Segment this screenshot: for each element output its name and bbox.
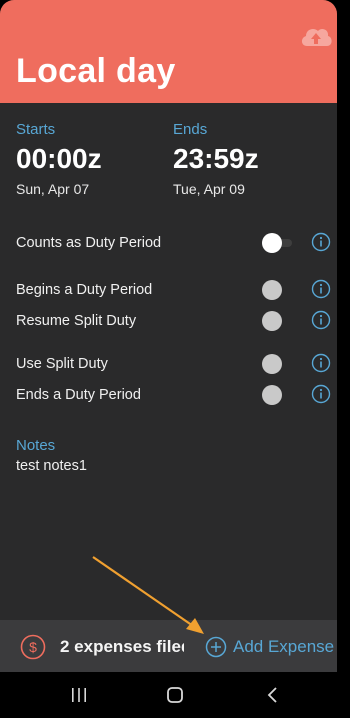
expenses-count[interactable]: 2 expenses filed [60, 637, 184, 657]
begins-duty-period-toggle[interactable] [258, 280, 294, 300]
setting-row-use-split-duty: Use Split Duty [0, 352, 337, 376]
toggle-knob [262, 385, 282, 405]
ends-date: Tue, Apr 09 [173, 181, 245, 197]
toggle-knob [262, 311, 282, 331]
expenses-footer: $ 2 expenses filed Add Expense [0, 620, 337, 672]
setting-row-counts-as-duty-period: Counts as Duty Period [0, 231, 337, 255]
resume-split-duty-toggle[interactable] [258, 311, 294, 331]
info-icon[interactable] [311, 310, 331, 330]
starts-label: Starts [16, 121, 56, 138]
ends-label: Ends [173, 121, 208, 138]
setting-row-resume-split-duty: Resume Split Duty [0, 309, 337, 333]
setting-row-begins-duty-period: Begins a Duty Period [0, 278, 337, 302]
toggle-knob [262, 280, 282, 300]
use-split-duty-toggle[interactable] [258, 354, 294, 374]
dollar-circle-icon: $ [20, 634, 46, 660]
starts-time: 00:00z [16, 143, 102, 174]
setting-label: Use Split Duty [16, 356, 108, 372]
add-expense-button[interactable]: Add Expense [205, 635, 334, 659]
add-expense-label: Add Expense [233, 637, 335, 656]
plus-circle-icon [205, 636, 227, 658]
toggle-knob [262, 233, 282, 253]
info-icon[interactable] [311, 232, 331, 252]
setting-label: Resume Split Duty [16, 313, 137, 329]
setting-label: Counts as Duty Period [16, 235, 162, 251]
ends-time: 23:59z [173, 143, 259, 174]
page-title: Local day [16, 52, 176, 90]
notes-text[interactable]: test notes1 [16, 458, 87, 474]
svg-text:$: $ [29, 639, 37, 655]
ends-duty-period-toggle[interactable] [258, 385, 294, 405]
setting-row-ends-duty-period: Ends a Duty Period [0, 383, 337, 407]
counts-as-duty-period-toggle[interactable] [258, 233, 294, 253]
day-detail-card: Local day Starts 00:00z Sun, Apr 07 Ends… [0, 0, 337, 672]
app-screen: Local day Starts 00:00z Sun, Apr 07 Ends… [0, 0, 350, 718]
recents-icon[interactable] [70, 687, 88, 703]
home-icon[interactable] [166, 686, 184, 704]
back-icon[interactable] [265, 686, 279, 704]
toggle-knob [262, 354, 282, 374]
setting-label: Begins a Duty Period [16, 282, 153, 298]
notes-label: Notes [16, 437, 56, 454]
info-icon[interactable] [311, 353, 331, 373]
header: Local day [0, 0, 337, 103]
setting-label: Ends a Duty Period [16, 387, 141, 403]
cloud-upload-icon[interactable] [299, 24, 333, 48]
starts-date: Sun, Apr 07 [16, 181, 90, 197]
info-icon[interactable] [311, 279, 331, 299]
info-icon[interactable] [311, 384, 331, 404]
